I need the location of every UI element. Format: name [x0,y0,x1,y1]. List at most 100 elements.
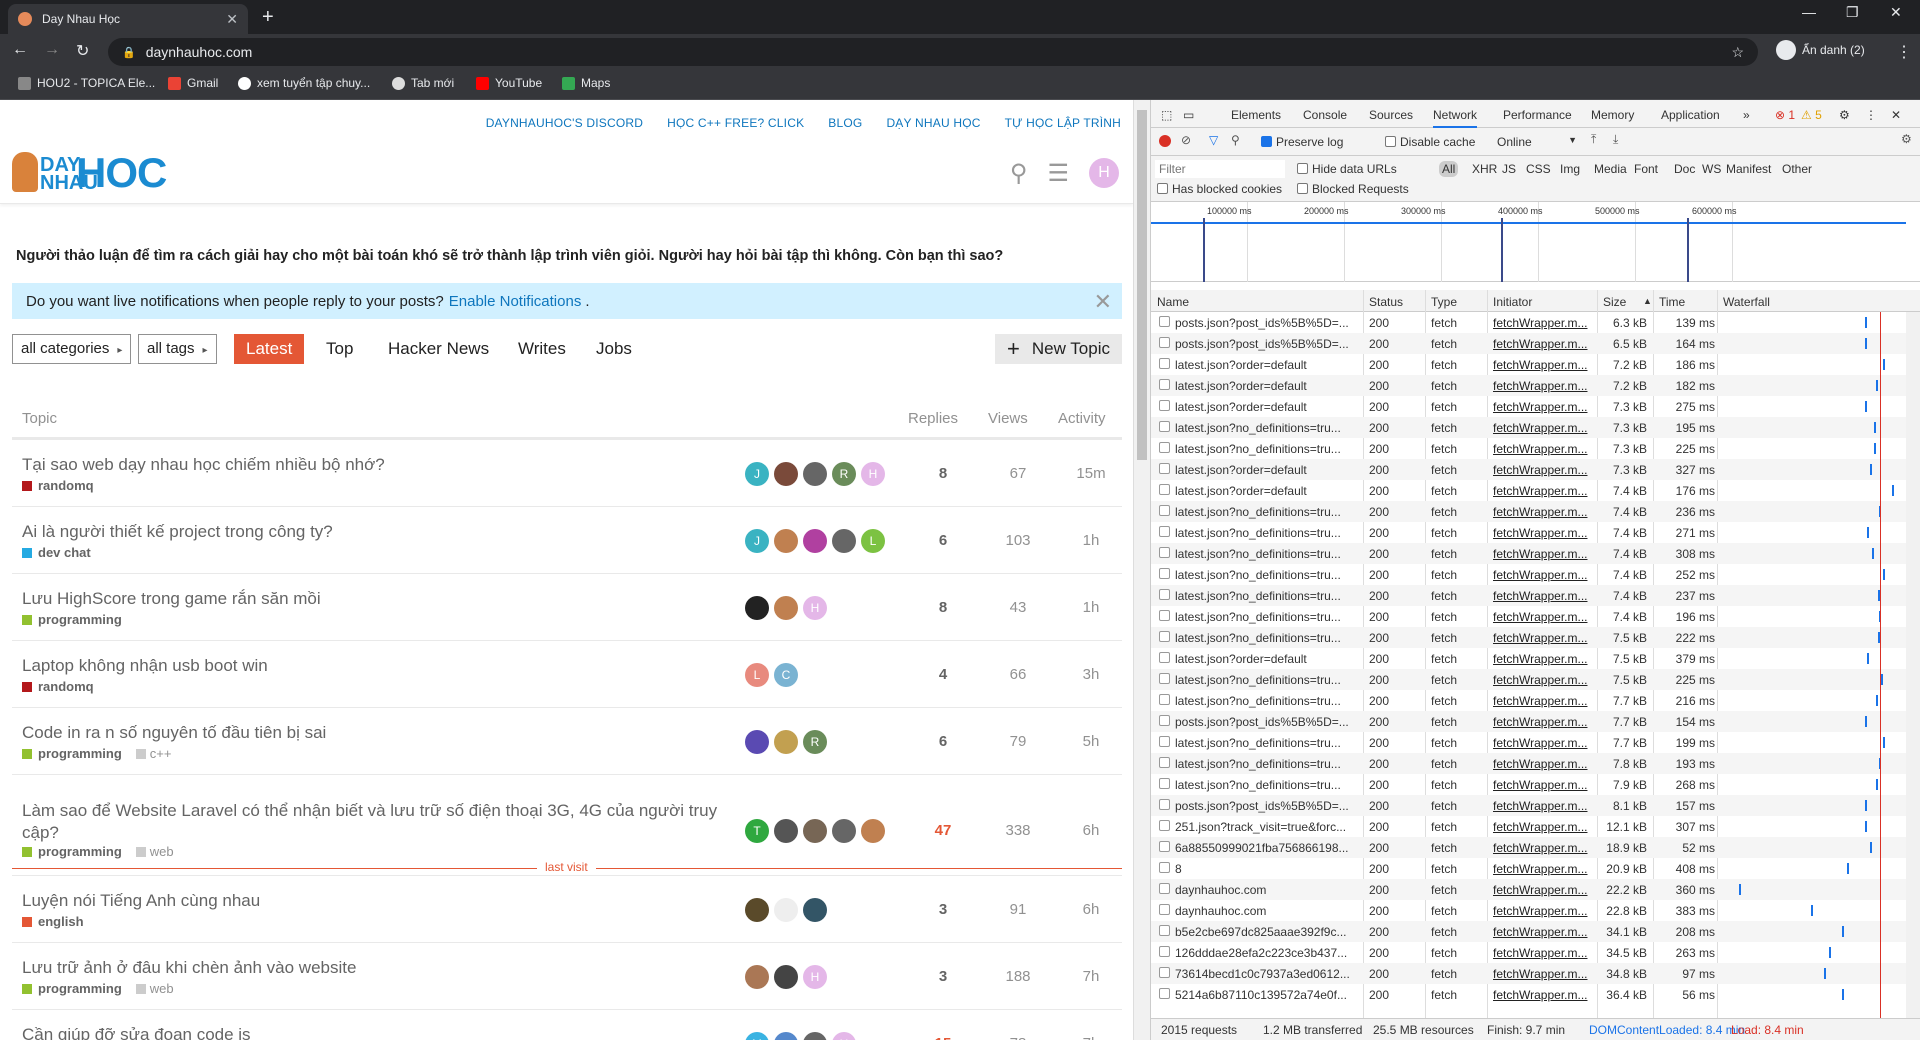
poster-avatar[interactable] [774,897,798,922]
request-checkbox[interactable] [1159,694,1170,705]
poster-avatar[interactable]: H [861,461,885,486]
request-init[interactable]: fetchWrapper.m... [1493,946,1593,960]
request-init[interactable]: fetchWrapper.m... [1493,358,1593,372]
request-row[interactable]: 251.json?track_visit=true&forc... 200 fetc… [1151,816,1920,837]
topic-title[interactable]: Cần giúp đỡ sửa đoạn code js [22,1024,251,1040]
request-row[interactable]: latest.json?no_definitions=tru... 200 fetc… [1151,585,1920,606]
poster-avatar[interactable] [745,897,769,922]
request-checkbox[interactable] [1159,673,1170,684]
request-row[interactable]: daynhauhoc.com 200 fetch fetchWrapper.m... 2… [1151,879,1920,900]
blocked-cookies-checkbox[interactable]: Has blocked cookies [1157,182,1282,196]
bookmark-newtab[interactable]: Tab mới [392,76,454,90]
request-checkbox[interactable] [1159,841,1170,852]
topic-row[interactable]: Lưu trữ ảnh ở đâu khi chèn ảnh vào websi… [12,943,1122,1010]
poster-avatar[interactable] [832,819,856,843]
filter-icon[interactable]: ▽ [1209,133,1218,147]
request-init[interactable]: fetchWrapper.m... [1493,337,1593,351]
request-init[interactable]: fetchWrapper.m... [1493,421,1593,435]
request-checkbox[interactable] [1159,988,1170,999]
request-checkbox[interactable] [1159,820,1170,831]
request-init[interactable]: fetchWrapper.m... [1493,526,1593,540]
network-settings-icon[interactable]: ⚙ [1901,132,1912,146]
request-row[interactable]: latest.json?no_definitions=tru... 200 fetc… [1151,732,1920,753]
more-tabs-icon[interactable]: » [1743,108,1750,122]
poster-avatar[interactable] [774,819,798,843]
poster-avatar[interactable] [803,819,827,843]
request-init[interactable]: fetchWrapper.m... [1493,715,1593,729]
filter-input[interactable] [1155,160,1285,178]
throttling-select[interactable]: Online ▼ [1497,135,1577,149]
enable-notifications-link[interactable]: Enable Notifications [449,293,582,310]
request-checkbox[interactable] [1159,442,1170,453]
request-row[interactable]: latest.json?no_definitions=tru... 200 fetc… [1151,522,1920,543]
categories-dropdown[interactable]: all categories [12,334,132,364]
warning-count[interactable]: ⚠ 5 [1801,108,1822,122]
topic-row[interactable]: Lưu HighScore trong game rắn săn mồi prog… [12,574,1122,641]
topic-category[interactable]: randomq [22,679,94,694]
topic-title[interactable]: Lưu HighScore trong game rắn săn mồi [22,588,321,610]
poster-avatar[interactable]: T [745,819,769,843]
request-checkbox[interactable] [1159,400,1170,411]
request-init[interactable]: fetchWrapper.m... [1493,694,1593,708]
poster-avatar[interactable] [774,528,798,553]
poster-avatar[interactable]: M [745,1031,769,1040]
request-row[interactable]: latest.json?no_definitions=tru... 200 fetc… [1151,669,1920,690]
request-row[interactable]: latest.json?order=default 200 fetch fetchWr… [1151,648,1920,669]
import-har-icon[interactable]: ⤒ [1591,132,1596,147]
nav-tuhoc-link[interactable]: TỰ HỌC LẬP TRÌNH [1005,116,1121,130]
restore-icon[interactable]: ❐ [1846,4,1859,21]
topic-category[interactable]: programming web [22,981,174,996]
close-tab-icon[interactable]: ✕ [226,11,238,28]
export-har-icon[interactable]: ⤓ [1613,132,1618,147]
request-checkbox[interactable] [1159,547,1170,558]
devtools-menu-icon[interactable]: ⋮ [1865,108,1877,122]
request-checkbox[interactable] [1159,568,1170,579]
request-checkbox[interactable] [1159,421,1170,432]
request-init[interactable]: fetchWrapper.m... [1493,442,1593,456]
topic-row[interactable]: Cần giúp đỡ sửa đoạn code jsMH15787h [12,1010,1122,1040]
activity-time[interactable]: 1h [1061,599,1121,616]
tab-performance[interactable]: Performance [1503,108,1572,122]
request-row[interactable]: latest.json?no_definitions=tru... 200 fetc… [1151,606,1920,627]
topic-title[interactable]: Làm sao để Website Laravel có thể nhận b… [22,800,722,844]
request-row[interactable]: 126dddae28efa2c223ce3b437... 200 fetch fetc… [1151,942,1920,963]
topic-title[interactable]: Luyện nói Tiếng Anh cùng nhau [22,890,260,912]
nav-latest[interactable]: Latest [234,334,305,364]
request-checkbox[interactable] [1159,946,1170,957]
poster-avatar[interactable]: H [803,595,827,620]
request-init[interactable]: fetchWrapper.m... [1493,610,1593,624]
reply-count[interactable]: 6 [913,532,973,549]
request-row[interactable]: 6a88550999021fba756866198... 200 fetch fetc… [1151,837,1920,858]
request-init[interactable]: fetchWrapper.m... [1493,904,1593,918]
reply-count[interactable]: 8 [913,599,973,616]
request-row[interactable]: latest.json?no_definitions=tru... 200 fetc… [1151,753,1920,774]
topic-row[interactable]: Ai là người thiết kế project trong công … [12,507,1122,574]
col-activity[interactable]: Activity [1058,410,1106,427]
request-init[interactable]: fetchWrapper.m... [1493,778,1593,792]
topic-category[interactable]: programming web [22,844,174,859]
topic-category[interactable]: english [22,914,84,929]
poster-avatar[interactable] [745,595,769,620]
poster-avatar[interactable]: R [832,461,856,486]
request-checkbox[interactable] [1159,904,1170,915]
col-time[interactable]: Time [1659,295,1685,309]
settings-gear-icon[interactable]: ⚙ [1839,108,1850,122]
reply-count[interactable]: 3 [913,968,973,985]
poster-avatar[interactable]: H [803,964,827,989]
poster-avatar[interactable] [803,897,827,922]
request-row[interactable]: latest.json?no_definitions=tru... 200 fetc… [1151,564,1920,585]
request-row[interactable]: latest.json?no_definitions=tru... 200 fetc… [1151,543,1920,564]
request-row[interactable]: latest.json?order=default 200 fetch fetchWr… [1151,354,1920,375]
col-size[interactable]: Size [1603,295,1626,309]
poster-avatar[interactable] [803,1031,827,1040]
close-devtools-icon[interactable]: ✕ [1891,108,1901,122]
request-checkbox[interactable] [1159,883,1170,894]
request-checkbox[interactable] [1159,484,1170,495]
request-row[interactable]: latest.json?no_definitions=tru... 200 fetc… [1151,417,1920,438]
request-init[interactable]: fetchWrapper.m... [1493,967,1593,981]
poster-avatar[interactable]: R [803,729,827,754]
type-filter-other[interactable]: Other [1779,161,1815,177]
type-filter-img[interactable]: Img [1557,161,1583,177]
col-initiator[interactable]: Initiator [1493,295,1532,309]
tab-network[interactable]: Network [1433,108,1478,128]
